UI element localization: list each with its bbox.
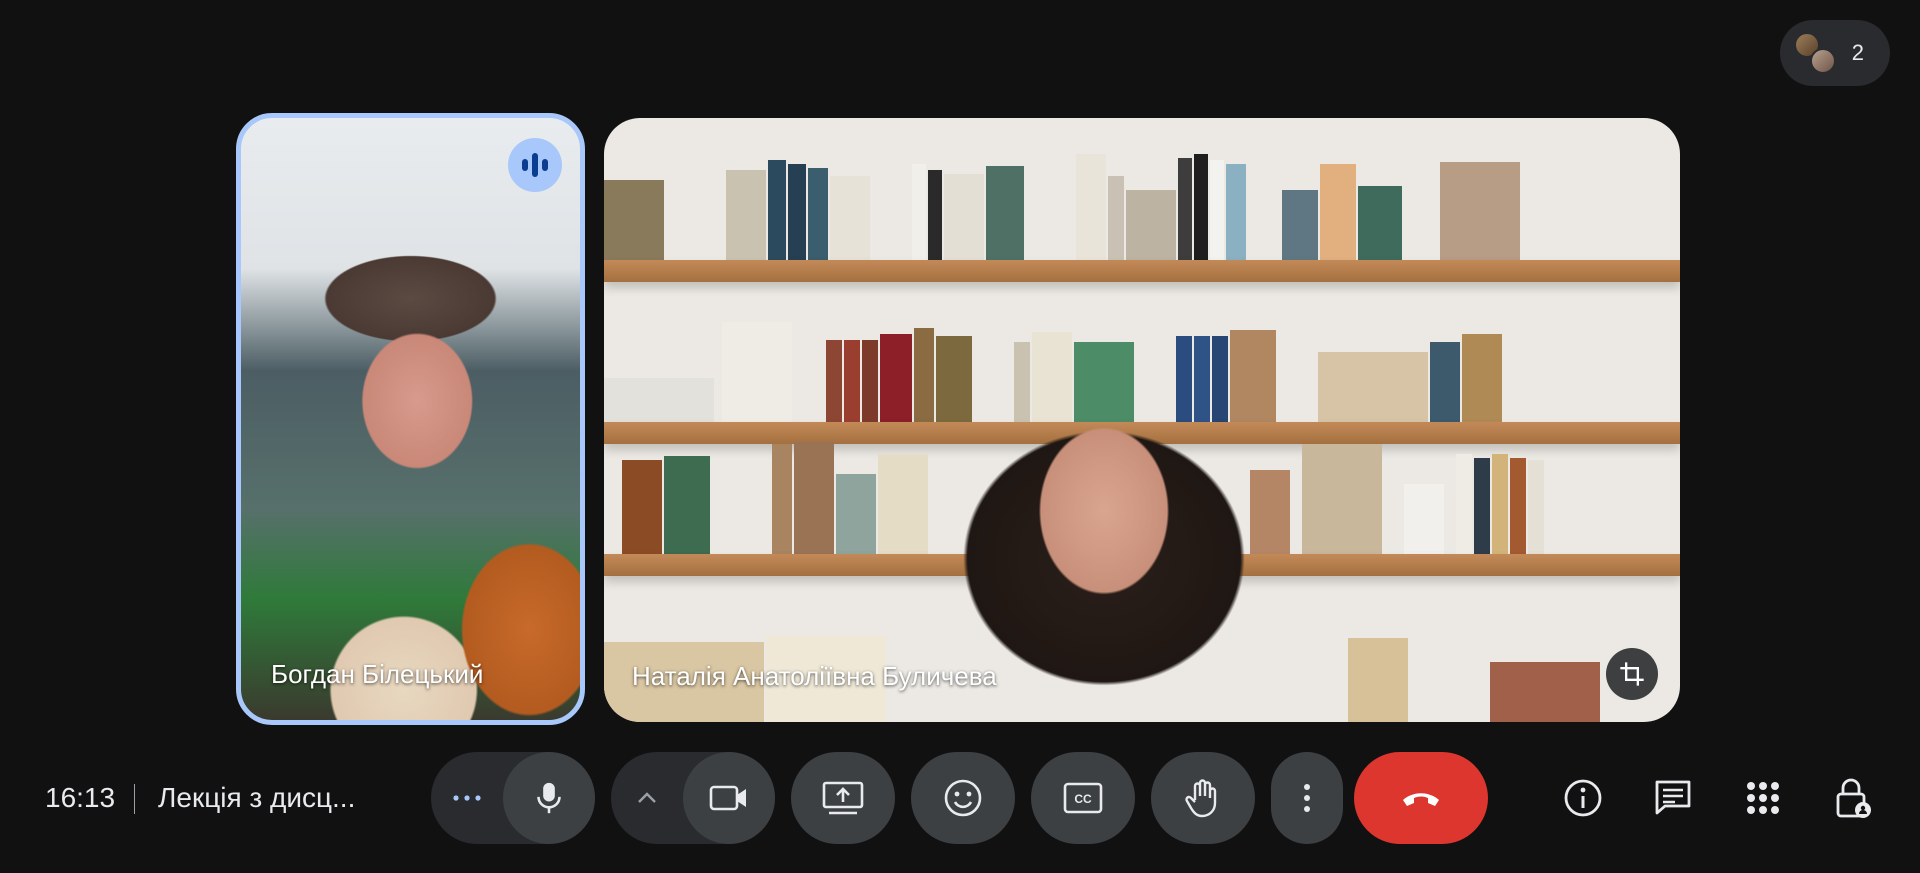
camera-icon[interactable]: [683, 752, 775, 844]
activities-icon[interactable]: [1737, 772, 1789, 824]
end-call-button[interactable]: [1354, 752, 1488, 844]
divider: [134, 784, 135, 814]
captions-icon[interactable]: CC: [1031, 752, 1135, 844]
participant-name: Богдан Білецький: [271, 659, 484, 689]
meeting-title[interactable]: Лекція з дисц...: [158, 782, 355, 814]
meeting-clock: 16:13: [45, 782, 116, 813]
end-call-icon: [1399, 788, 1443, 808]
control-bar: 16:13 Лекція з дисц... CC: [0, 752, 1920, 844]
participants-button[interactable]: 2: [1780, 20, 1890, 86]
raise-hand-icon[interactable]: [1151, 752, 1255, 844]
shelf: [604, 260, 1680, 282]
microphone-icon[interactable]: [503, 752, 595, 844]
video-tile-participant[interactable]: Наталія Анатоліївна Буличева: [604, 118, 1680, 722]
svg-text:CC: CC: [1074, 792, 1092, 806]
participant-name: Наталія Анатоліївна Буличева: [632, 661, 997, 691]
meeting-stage: 2 Богдан Білецький Наталія Анатоліївна Б…: [0, 0, 1920, 873]
chevron-up-icon[interactable]: [611, 752, 683, 844]
participant-count: 2: [1851, 40, 1864, 65]
chat-icon[interactable]: [1647, 772, 1699, 824]
video-tile-speaker[interactable]: Богдан Білецький: [236, 113, 585, 725]
participant-avatar: [1810, 48, 1836, 74]
present-screen-icon[interactable]: [791, 752, 895, 844]
camera-control-group: [611, 752, 775, 844]
emoji-icon[interactable]: [911, 752, 1015, 844]
speaking-indicator-icon: [508, 138, 562, 192]
crop-icon[interactable]: [1606, 648, 1658, 700]
bookshelf-row: [604, 138, 1680, 260]
mic-control-group: [431, 752, 595, 844]
more-options-horizontal-icon[interactable]: [431, 752, 503, 844]
more-vertical-icon[interactable]: [1271, 752, 1343, 844]
info-icon[interactable]: [1557, 772, 1609, 824]
host-controls-lock-icon[interactable]: [1827, 772, 1879, 824]
